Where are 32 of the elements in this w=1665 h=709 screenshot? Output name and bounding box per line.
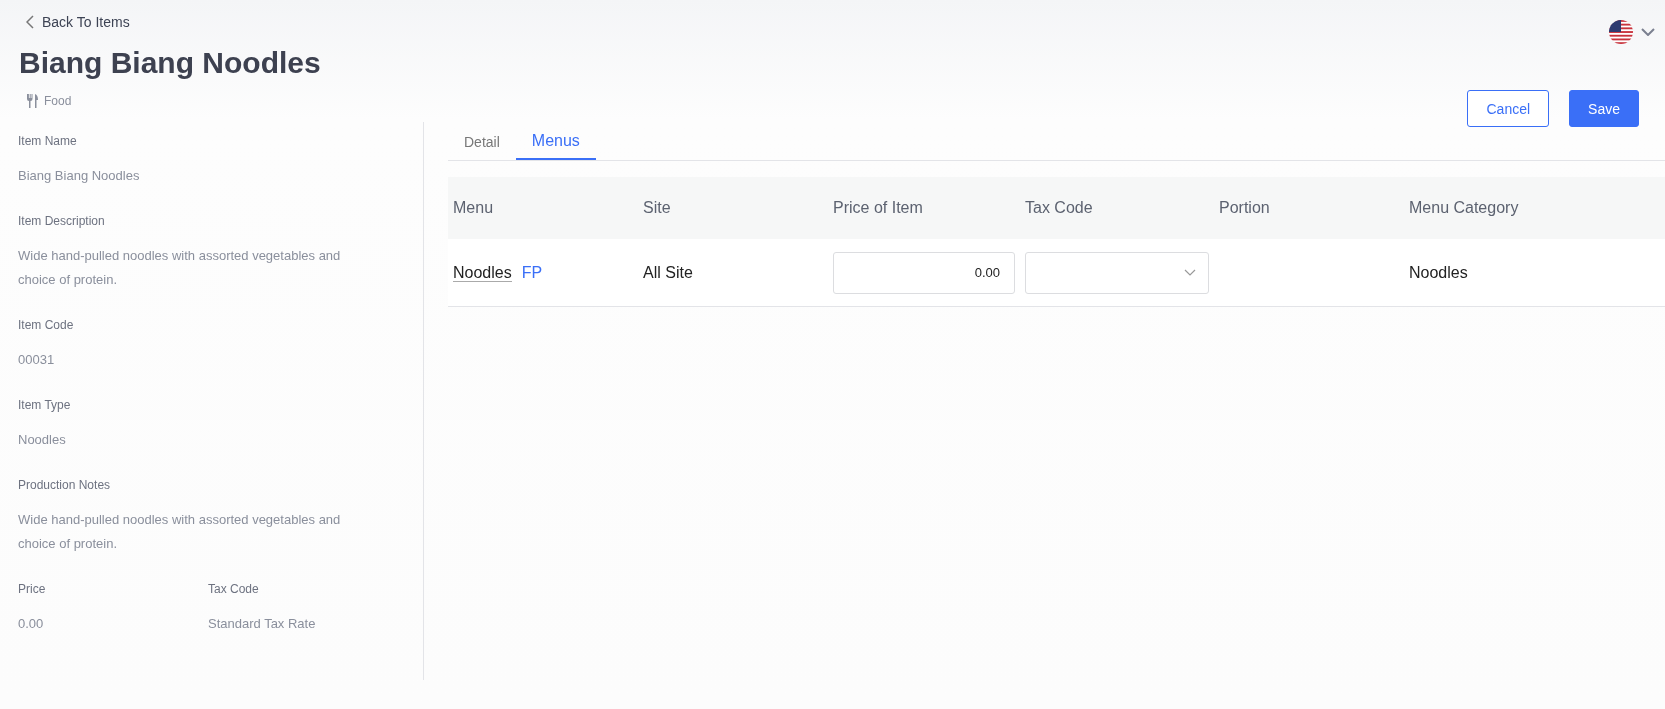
save-button[interactable]: Save [1569,90,1639,127]
field-label: Item Type [18,398,72,412]
menu-tag: FP [521,263,543,281]
table-cell: All Site [638,239,828,307]
field-value: Wide hand-pulled noodles with assorted vegetables and choice of protein. [18,511,342,553]
field-value: Biang Biang Noodles [18,167,141,185]
field-value: Standard Tax Rate [208,615,317,633]
menu-name: Noodles [453,263,512,282]
table-cell: Noodles [1404,239,1665,307]
tab[interactable]: Menus [515,132,596,160]
column-header: Price of Item [828,177,1020,239]
field-value: 0.00 [18,615,45,633]
field-label: Item Description [18,214,106,228]
field-value: Noodles [18,431,67,449]
price-input[interactable]: 0.00 [833,251,1015,294]
field-label: Tax Code [208,582,260,596]
category-label: Food [44,94,72,108]
field-value: Wide hand-pulled noodles with assorted vegetables and choice of protein. [18,247,342,289]
column-header: Menu [448,177,638,239]
field-label: Item Name [18,134,78,148]
column-header: Menu Category [1404,177,1665,239]
field-value: 00031 [18,351,56,369]
back-link[interactable]: Back To Items [26,14,321,30]
tab[interactable]: Detail [448,134,516,160]
field-label: Price [18,582,47,596]
cancel-button[interactable]: Cancel [1467,90,1550,127]
column-header: Site [638,177,828,239]
column-header: Tax Code [1020,177,1214,239]
column-header: Portion [1214,177,1404,239]
field-label: Item Code [18,318,75,332]
page-title: Biang Biang Noodles [19,46,321,80]
field-label: Production Notes [18,478,112,492]
